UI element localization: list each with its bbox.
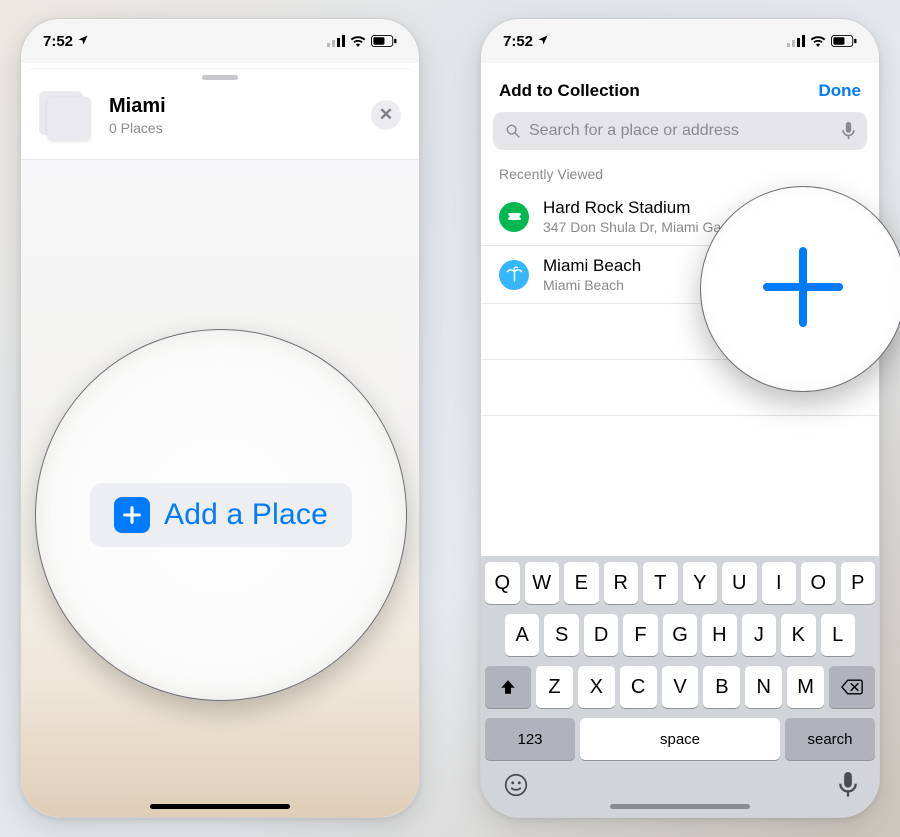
emoji-button[interactable] xyxy=(503,772,529,803)
key-i[interactable]: I xyxy=(762,562,797,604)
status-time: 7:52 xyxy=(503,33,533,50)
keyboard-row-3: Z X C V B N M xyxy=(485,666,875,708)
nav-title: Add to Collection xyxy=(499,81,640,101)
key-o[interactable]: O xyxy=(801,562,836,604)
keyboard: Q W E R T Y U I O P A S D F G H J K L Z xyxy=(481,556,879,817)
keyboard-row-1: Q W E R T Y U I O P xyxy=(485,562,875,604)
shift-icon xyxy=(499,678,517,696)
key-v[interactable]: V xyxy=(662,666,699,708)
status-bar: 7:52 xyxy=(21,19,419,63)
key-n[interactable]: N xyxy=(745,666,782,708)
key-backspace[interactable] xyxy=(829,666,875,708)
key-z[interactable]: Z xyxy=(536,666,573,708)
key-x[interactable]: X xyxy=(578,666,615,708)
key-l[interactable]: L xyxy=(821,614,855,656)
add-place-button[interactable]: Add a Place xyxy=(90,483,352,547)
collection-stack-icon xyxy=(39,91,95,139)
key-f[interactable]: F xyxy=(623,614,657,656)
close-icon: ✕ xyxy=(379,105,393,125)
status-right-icons xyxy=(327,35,397,47)
key-m[interactable]: M xyxy=(787,666,824,708)
key-d[interactable]: D xyxy=(584,614,618,656)
collection-sheet: Miami 0 Places ✕ Add a Place xyxy=(21,69,419,817)
wifi-icon xyxy=(810,35,826,47)
collection-subtitle: 0 Places xyxy=(109,120,357,136)
key-b[interactable]: B xyxy=(703,666,740,708)
dictation-button[interactable] xyxy=(839,772,857,803)
plus-box-icon xyxy=(114,497,150,533)
key-e[interactable]: E xyxy=(564,562,599,604)
add-place-label: Add a Place xyxy=(164,498,328,532)
home-indicator[interactable] xyxy=(150,804,290,809)
magnifier-plus xyxy=(700,186,900,392)
home-indicator[interactable] xyxy=(610,804,750,809)
backspace-icon xyxy=(841,679,863,695)
key-u[interactable]: U xyxy=(722,562,757,604)
plus-icon xyxy=(755,239,851,340)
collection-title: Miami xyxy=(109,95,357,118)
palm-icon xyxy=(499,260,529,290)
dictation-icon[interactable] xyxy=(842,122,855,140)
search-input[interactable]: Search for a place or address xyxy=(493,112,867,150)
done-button[interactable]: Done xyxy=(819,81,862,101)
location-arrow-icon xyxy=(537,33,549,50)
cellular-icon xyxy=(327,35,345,47)
battery-icon xyxy=(371,35,397,47)
location-arrow-icon xyxy=(77,33,89,50)
key-t[interactable]: T xyxy=(643,562,678,604)
key-p[interactable]: P xyxy=(841,562,876,604)
phone-left: 7:52 Miami 0 Places xyxy=(20,18,420,818)
key-q[interactable]: Q xyxy=(485,562,520,604)
wifi-icon xyxy=(350,35,366,47)
key-k[interactable]: K xyxy=(781,614,815,656)
status-right-icons xyxy=(787,35,857,47)
key-shift[interactable] xyxy=(485,666,531,708)
phone-right: 7:52 Add to Collection Done Search fo xyxy=(480,18,880,818)
key-r[interactable]: R xyxy=(604,562,639,604)
battery-icon xyxy=(831,35,857,47)
close-button[interactable]: ✕ xyxy=(371,100,401,130)
search-icon xyxy=(505,123,521,139)
sheet-grabber[interactable] xyxy=(202,75,238,80)
key-c[interactable]: C xyxy=(620,666,657,708)
keyboard-row-2: A S D F G H J K L xyxy=(485,614,875,656)
cellular-icon xyxy=(787,35,805,47)
ticket-icon xyxy=(499,202,529,232)
key-w[interactable]: W xyxy=(525,562,560,604)
keyboard-row-bottom: 123 space search xyxy=(485,718,875,760)
key-space[interactable]: space xyxy=(580,718,780,760)
key-g[interactable]: G xyxy=(663,614,697,656)
status-time: 7:52 xyxy=(43,33,73,50)
section-header: Recently Viewed xyxy=(481,160,879,188)
key-s[interactable]: S xyxy=(544,614,578,656)
key-y[interactable]: Y xyxy=(683,562,718,604)
key-search[interactable]: search xyxy=(785,718,875,760)
nav-bar: Add to Collection Done xyxy=(481,63,879,112)
search-placeholder: Search for a place or address xyxy=(529,122,834,140)
magnifier-add-place: Add a Place xyxy=(35,329,407,701)
key-h[interactable]: H xyxy=(702,614,736,656)
key-a[interactable]: A xyxy=(505,614,539,656)
key-j[interactable]: J xyxy=(742,614,776,656)
key-123[interactable]: 123 xyxy=(485,718,575,760)
status-bar: 7:52 xyxy=(481,19,879,63)
collection-header: Miami 0 Places ✕ xyxy=(21,69,419,153)
